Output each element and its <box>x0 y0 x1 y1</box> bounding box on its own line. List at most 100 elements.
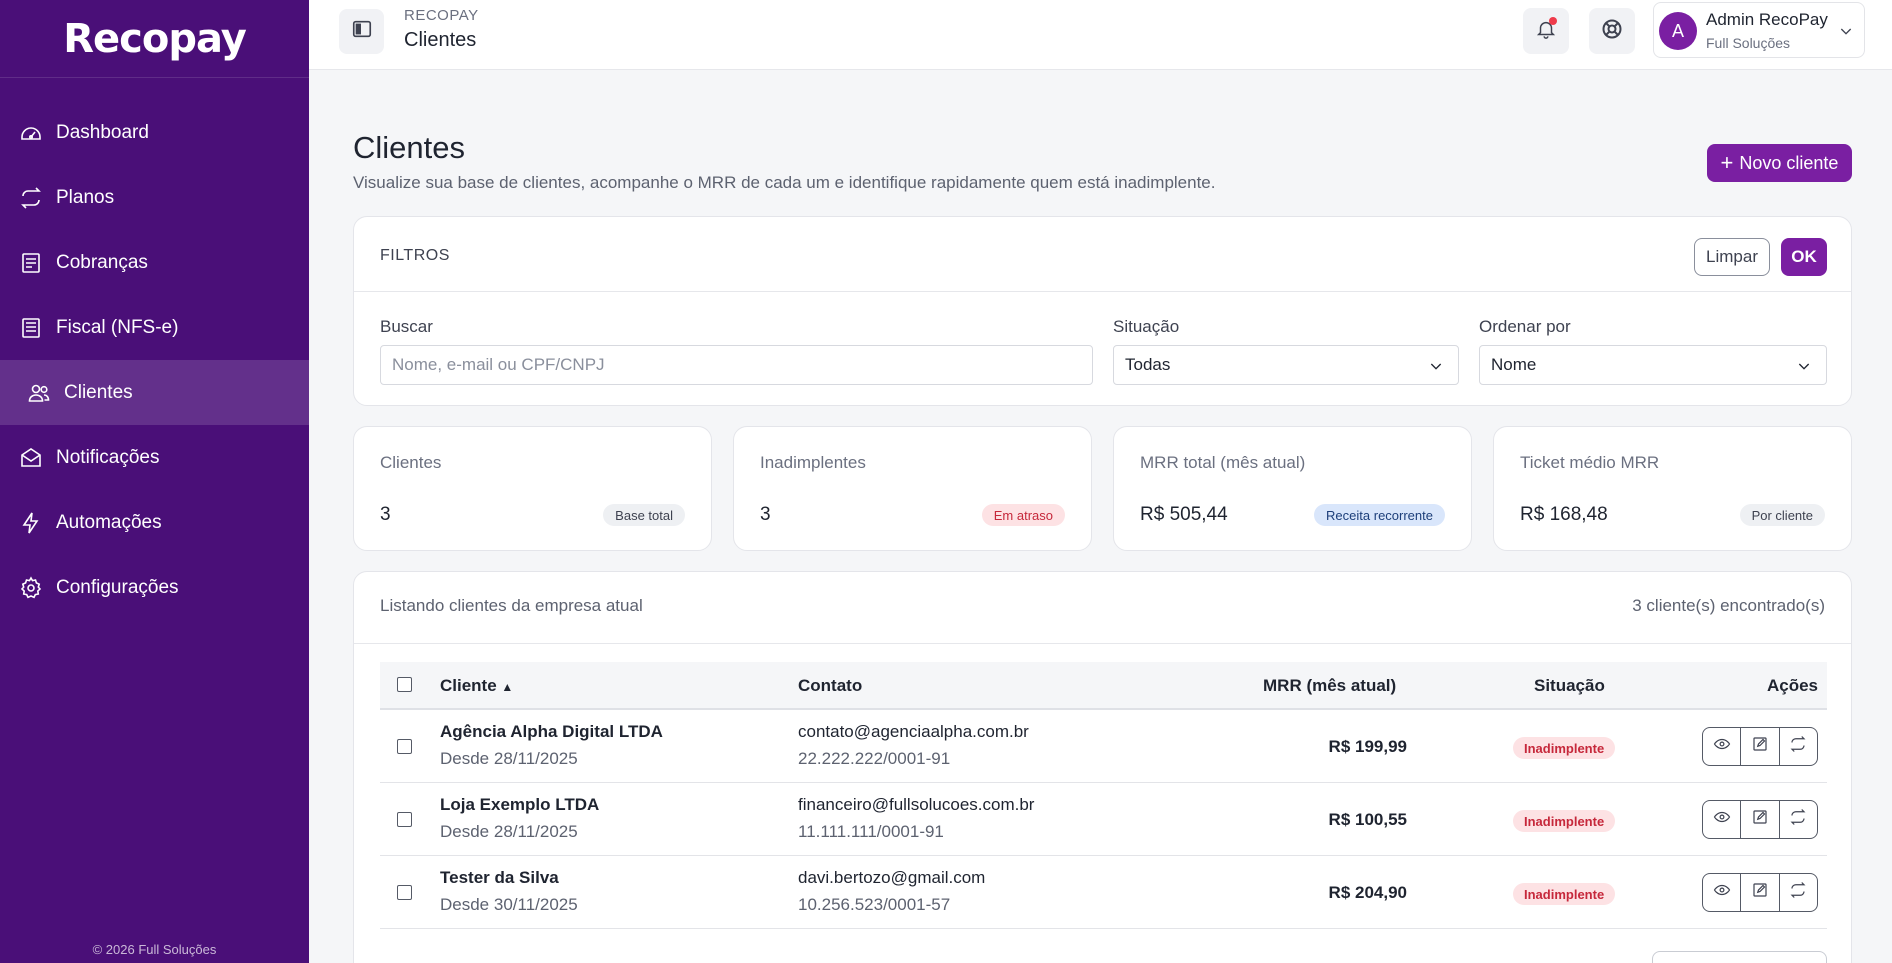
sidebar-item-notificacoes[interactable]: Notificações <box>0 425 309 490</box>
view-button[interactable] <box>1703 874 1742 911</box>
stat-label: MRR total (mês atual) <box>1140 453 1306 472</box>
table-row: Loja Exemplo LTDA Desde 28/11/2025 finan… <box>380 783 1827 856</box>
repeat-icon <box>1789 808 1807 831</box>
filters-title: FILTROS <box>380 247 450 264</box>
sidebar-item-configuracoes[interactable]: Configurações <box>0 555 309 620</box>
edit-button[interactable] <box>1741 728 1780 765</box>
sidebar-item-fiscal[interactable]: Fiscal (NFS-e) <box>0 295 309 360</box>
sidebar-item-cobrancas[interactable]: Cobranças <box>0 230 309 295</box>
recurrence-button[interactable] <box>1780 801 1817 838</box>
edit-icon <box>1751 881 1769 904</box>
avatar: A <box>1659 12 1697 50</box>
sidebar-item-dashboard[interactable]: Dashboard <box>0 100 309 165</box>
new-client-button[interactable]: + Novo cliente <box>1707 144 1852 182</box>
sidebar-item-label: Cobranças <box>56 251 148 273</box>
topbar: RECOPAY Clientes A Admin RecoPay Full So… <box>309 0 1892 70</box>
receipt-icon <box>18 250 44 276</box>
list-count: 3 cliente(s) encontrado(s) <box>1632 596 1825 615</box>
client-name[interactable]: Agência Alpha Digital LTDA <box>440 722 663 742</box>
recurrence-button[interactable] <box>1780 874 1817 911</box>
row-checkbox[interactable] <box>397 812 412 827</box>
table-header: Cliente ▲ Contato MRR (mês atual) Situaç… <box>380 662 1827 710</box>
repeat-icon <box>1789 881 1807 904</box>
stat-card-clients: Clientes 3 Base total <box>353 426 712 551</box>
sidebar-nav: Dashboard Planos Cobranças Fiscal (NFS-e… <box>0 100 309 620</box>
view-button[interactable] <box>1703 801 1742 838</box>
user-menu[interactable]: A Admin RecoPay Full Soluções <box>1653 2 1865 58</box>
sidebar: Recopay Dashboard Planos Cobranças Fisca… <box>0 0 309 963</box>
search-input[interactable]: Nome, e-mail ou CPF/CNPJ <box>380 345 1093 385</box>
client-mrr: R$ 204,90 <box>1328 883 1407 902</box>
status-badge: Por cliente <box>1739 504 1825 526</box>
column-client[interactable]: Cliente ▲ <box>440 676 513 696</box>
pagination[interactable] <box>1652 951 1827 963</box>
status-badge: Inadimplente <box>1513 883 1616 905</box>
sidebar-item-label: Dashboard <box>56 121 149 143</box>
sidebar-item-planos[interactable]: Planos <box>0 165 309 230</box>
status-select-value: Todas <box>1125 355 1171 374</box>
apply-filters-button[interactable]: OK <box>1781 238 1827 276</box>
filters-header: FILTROS Limpar OK <box>354 217 1851 292</box>
stat-card-mrr-total: MRR total (mês atual) R$ 505,44 Receita … <box>1113 426 1472 551</box>
column-mrr: MRR (mês atual) <box>1263 676 1397 695</box>
client-name[interactable]: Loja Exemplo LTDA <box>440 795 599 815</box>
stat-label: Clientes <box>380 453 442 472</box>
stat-card-overdue: Inadimplentes 3 Em atraso <box>733 426 1092 551</box>
sort-asc-icon: ▲ <box>501 680 514 694</box>
bolt-icon <box>18 510 44 536</box>
users-icon <box>26 380 52 406</box>
sidebar-item-label: Planos <box>56 186 115 208</box>
status-badge: Em atraso <box>981 504 1065 526</box>
client-document: 22.222.222/0001-91 <box>798 749 951 768</box>
clear-filters-button[interactable]: Limpar <box>1694 238 1770 276</box>
chevron-down-icon <box>1428 358 1444 379</box>
stat-label: Inadimplentes <box>760 453 866 472</box>
client-mrr: R$ 100,55 <box>1328 810 1407 829</box>
client-document: 11.111.111/0001-91 <box>798 822 944 841</box>
brand-logo[interactable]: Recopay <box>0 0 309 78</box>
select-all-checkbox[interactable] <box>397 677 412 692</box>
client-email: financeiro@fullsolucoes.com.br <box>798 795 1035 814</box>
client-since: Desde 28/11/2025 <box>440 749 578 768</box>
sidebar-item-label: Fiscal (NFS-e) <box>56 316 179 338</box>
order-label: Ordenar por <box>1479 317 1571 336</box>
row-checkbox[interactable] <box>397 739 412 754</box>
recurrence-button[interactable] <box>1780 728 1817 765</box>
client-list: Listando clientes da empresa atual 3 cli… <box>353 571 1852 963</box>
table-row: Tester da Silva Desde 30/11/2025 davi.be… <box>380 856 1827 929</box>
column-status: Situação <box>1534 676 1605 695</box>
chevron-down-icon <box>1838 23 1854 44</box>
sidebar-item-label: Clientes <box>64 381 133 403</box>
status-badge: Inadimplente <box>1513 737 1616 759</box>
status-select[interactable]: Todas <box>1113 345 1459 385</box>
plus-icon: + <box>1720 150 1734 175</box>
row-actions <box>1702 873 1818 912</box>
stat-value: R$ 505,44 <box>1140 504 1228 525</box>
view-button[interactable] <box>1703 728 1742 765</box>
column-contact: Contato <box>798 676 863 695</box>
client-name[interactable]: Tester da Silva <box>440 868 559 888</box>
client-email: davi.bertozo@gmail.com <box>798 868 986 887</box>
list-caption: Listando clientes da empresa atual <box>380 596 643 615</box>
gear-icon <box>18 575 44 601</box>
edit-button[interactable] <box>1741 801 1780 838</box>
client-since: Desde 28/11/2025 <box>440 822 578 841</box>
mail-icon <box>18 445 44 471</box>
row-actions <box>1702 727 1818 766</box>
order-select[interactable]: Nome <box>1479 345 1827 385</box>
brand-logo-text: Recopay <box>63 15 247 62</box>
stat-value: 3 <box>760 504 771 525</box>
sidebar-item-label: Configurações <box>56 576 179 598</box>
help-button[interactable] <box>1589 8 1635 54</box>
edit-button[interactable] <box>1741 874 1780 911</box>
sidebar-item-clientes[interactable]: Clientes <box>0 360 309 425</box>
sidebar-item-automacoes[interactable]: Automações <box>0 490 309 555</box>
repeat-icon <box>18 185 44 211</box>
notifications-button[interactable] <box>1523 8 1569 54</box>
gauge-icon <box>18 120 44 146</box>
search-label: Buscar <box>380 317 433 336</box>
sidebar-toggle-button[interactable] <box>339 9 384 54</box>
row-checkbox[interactable] <box>397 885 412 900</box>
stat-label: Ticket médio MRR <box>1520 453 1660 472</box>
client-mrr: R$ 199,99 <box>1328 737 1407 756</box>
